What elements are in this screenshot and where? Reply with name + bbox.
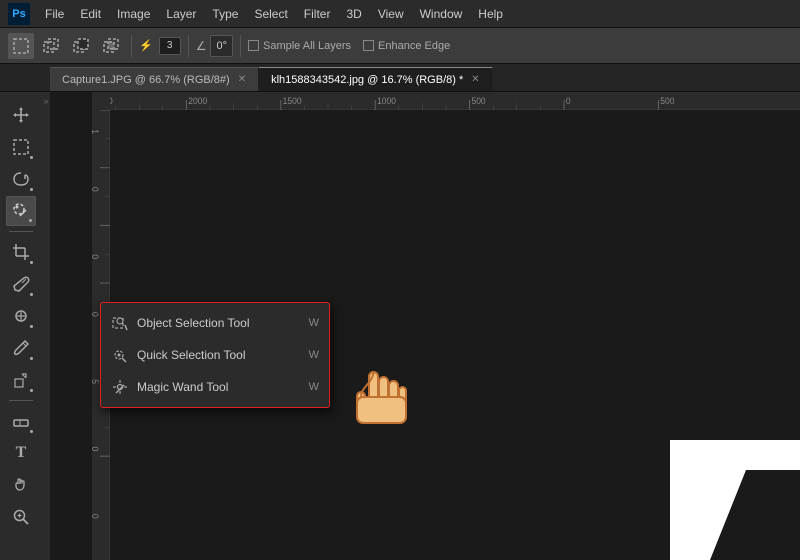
ruler-top: 2500 2000 1500 1000 500 0 500 bbox=[92, 92, 800, 110]
object-select-icon bbox=[111, 314, 129, 332]
panel-collapse-bar[interactable]: » bbox=[42, 92, 50, 560]
menu-window[interactable]: Window bbox=[413, 4, 470, 24]
ctx-magic-wand[interactable]: Magic Wand Tool W bbox=[101, 371, 329, 403]
sample-all-layers-checkbox[interactable] bbox=[248, 40, 259, 51]
menu-image[interactable]: Image bbox=[110, 4, 157, 24]
new-selection-btn[interactable] bbox=[8, 33, 34, 59]
svg-text:500: 500 bbox=[471, 96, 485, 106]
magic-wand-shortcut: W bbox=[309, 381, 319, 393]
separator-2 bbox=[188, 35, 189, 57]
canvas-black-area bbox=[710, 470, 800, 560]
tab-capture1-label: Capture1.JPG @ 66.7% (RGB/8#) bbox=[62, 74, 230, 86]
menu-select[interactable]: Select bbox=[247, 4, 294, 24]
crop-tool[interactable] bbox=[6, 237, 36, 267]
menu-view[interactable]: View bbox=[371, 4, 411, 24]
svg-text:0: 0 bbox=[92, 312, 100, 317]
menu-help[interactable]: Help bbox=[471, 4, 510, 24]
ps-logo: Ps bbox=[8, 3, 30, 25]
svg-text:0: 0 bbox=[92, 514, 100, 519]
tool-separator-2 bbox=[9, 400, 33, 401]
object-selection-shortcut: W bbox=[309, 317, 319, 329]
hand-cursor-icon bbox=[342, 362, 412, 437]
menu-layer[interactable]: Layer bbox=[159, 4, 203, 24]
quick-selection-shortcut: W bbox=[309, 349, 319, 361]
svg-text:500: 500 bbox=[660, 96, 674, 106]
menu-filter[interactable]: Filter bbox=[297, 4, 338, 24]
tab-bar: Capture1.JPG @ 66.7% (RGB/8#) ✕ klh15883… bbox=[0, 64, 800, 92]
healing-tool[interactable] bbox=[6, 301, 36, 331]
svg-text:1000: 1000 bbox=[377, 96, 396, 106]
svg-text:0: 0 bbox=[92, 447, 100, 452]
separator-1 bbox=[131, 35, 132, 57]
tool-separator-1 bbox=[9, 231, 33, 232]
menu-edit[interactable]: Edit bbox=[73, 4, 108, 24]
svg-text:5: 5 bbox=[92, 379, 100, 384]
hand-tool[interactable] bbox=[6, 470, 36, 500]
marquee-tool[interactable] bbox=[6, 132, 36, 162]
menu-file[interactable]: File bbox=[38, 4, 71, 24]
subtract-selection-btn[interactable] bbox=[68, 33, 94, 59]
svg-text:1: 1 bbox=[92, 129, 100, 134]
svg-text:0: 0 bbox=[92, 187, 100, 192]
options-bar: ⚡ 3 ∠ 0° Sample All Layers Enhance Edge bbox=[0, 28, 800, 64]
angle-icon: ∠ bbox=[196, 39, 207, 53]
tab-klh-label: klh1588343542.jpg @ 16.7% (RGB/8) * bbox=[271, 74, 463, 86]
eyedropper-tool[interactable] bbox=[6, 269, 36, 299]
quick-select-icon bbox=[111, 346, 129, 364]
selection-tool[interactable] bbox=[6, 196, 36, 226]
tab-capture1[interactable]: Capture1.JPG @ 66.7% (RGB/8#) ✕ bbox=[50, 67, 259, 91]
intersect-selection-btn[interactable] bbox=[98, 33, 124, 59]
ruler-corner bbox=[92, 92, 110, 110]
tab-klh-close[interactable]: ✕ bbox=[471, 74, 479, 85]
clone-tool[interactable] bbox=[6, 365, 36, 395]
ctx-quick-selection[interactable]: Quick Selection Tool W bbox=[101, 339, 329, 371]
tab-klh[interactable]: klh1588343542.jpg @ 16.7% (RGB/8) * ✕ bbox=[259, 67, 493, 91]
add-selection-btn[interactable] bbox=[38, 33, 64, 59]
workspace: T » bbox=[0, 92, 800, 560]
brush-tool[interactable] bbox=[6, 333, 36, 363]
quick-selection-label: Quick Selection Tool bbox=[137, 348, 301, 362]
object-selection-label: Object Selection Tool bbox=[137, 316, 301, 330]
canvas-area: 2500 2000 1500 1000 500 0 500 bbox=[42, 92, 800, 560]
context-menu: Object Selection Tool W Quick Selection … bbox=[100, 302, 330, 408]
enhance-edge-label[interactable]: Enhance Edge bbox=[363, 40, 450, 52]
magic-wand-icon bbox=[111, 378, 129, 396]
angle-input[interactable]: 0° bbox=[210, 35, 233, 57]
svg-text:1500: 1500 bbox=[283, 96, 302, 106]
tab-capture1-close[interactable]: ✕ bbox=[238, 74, 246, 85]
tools-panel: T bbox=[0, 92, 42, 560]
feather-label: ⚡ bbox=[139, 39, 153, 52]
zoom-tool[interactable] bbox=[6, 502, 36, 532]
menu-3d[interactable]: 3D bbox=[339, 4, 368, 24]
sample-all-layers-label[interactable]: Sample All Layers bbox=[248, 40, 351, 52]
enhance-edge-checkbox[interactable] bbox=[363, 40, 374, 51]
svg-text:0: 0 bbox=[566, 96, 571, 106]
feather-value[interactable]: 3 bbox=[159, 37, 181, 55]
move-tool[interactable] bbox=[6, 100, 36, 130]
lasso-tool[interactable] bbox=[6, 164, 36, 194]
menu-type[interactable]: Type bbox=[205, 4, 245, 24]
canvas-image-preview bbox=[670, 440, 800, 560]
svg-text:2000: 2000 bbox=[188, 96, 207, 106]
separator-3 bbox=[240, 35, 241, 57]
collapse-icon: » bbox=[43, 96, 48, 106]
menu-bar: Ps File Edit Image Layer Type Select Fil… bbox=[0, 0, 800, 28]
type-tool[interactable]: T bbox=[6, 438, 36, 468]
ctx-object-selection[interactable]: Object Selection Tool W bbox=[101, 307, 329, 339]
svg-text:0: 0 bbox=[92, 254, 100, 259]
magic-wand-label: Magic Wand Tool bbox=[137, 380, 301, 394]
eraser-tool[interactable] bbox=[6, 406, 36, 436]
